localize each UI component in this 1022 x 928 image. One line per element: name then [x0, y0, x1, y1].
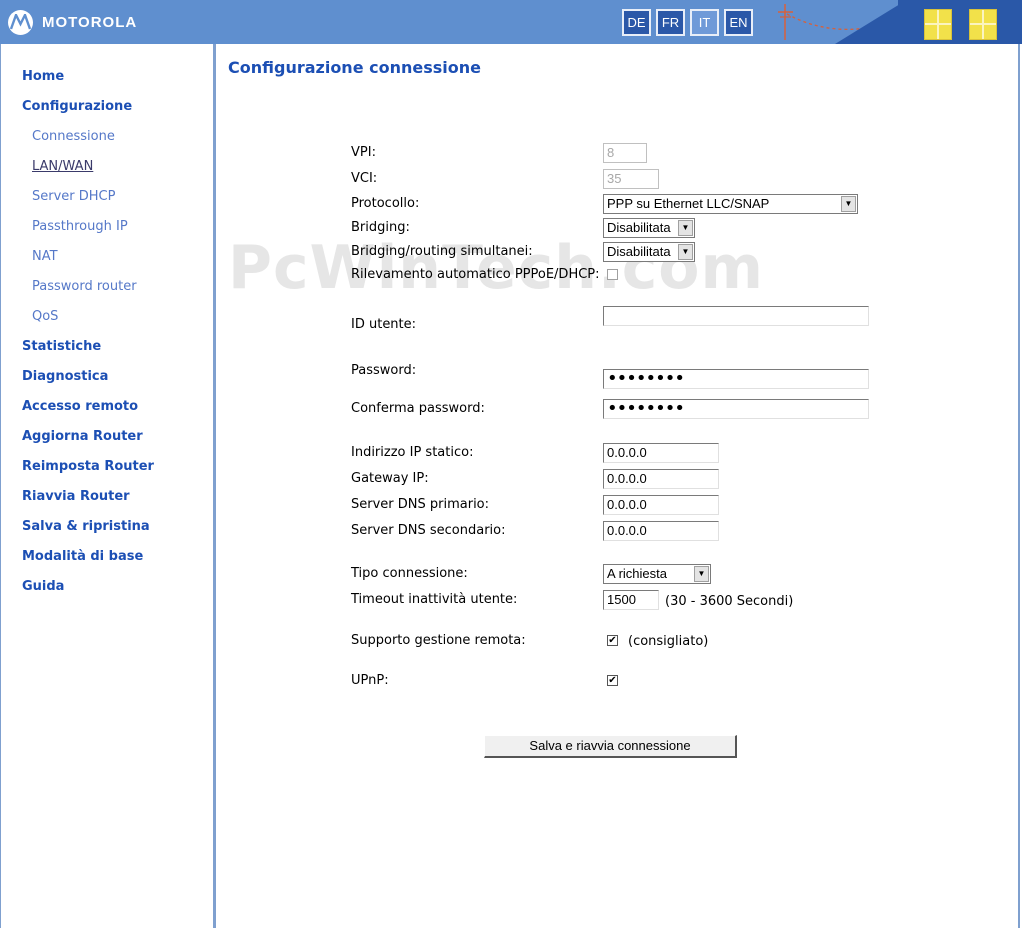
nav-diagnostica[interactable]: Diagnostica	[22, 369, 108, 384]
bridging-selected-value: Disabilitata	[607, 220, 671, 235]
password-input[interactable]: ••••••••	[603, 369, 869, 389]
confirm-password-label: Conferma password:	[351, 401, 485, 416]
content-border	[1018, 44, 1020, 928]
gateway-label: Gateway IP:	[351, 471, 429, 486]
simultaneous-select[interactable]: Disabilitata ▼	[603, 242, 695, 262]
dns-secondary-input[interactable]: 0.0.0.0	[603, 521, 719, 541]
language-de-button[interactable]: DE	[622, 9, 651, 36]
decorative-antenna-icon	[778, 4, 900, 44]
brand-name: MOTOROLA	[42, 14, 138, 31]
motorola-m-icon	[10, 14, 31, 30]
connection-type-label: Tipo connessione:	[351, 566, 468, 581]
static-ip-input[interactable]: 0.0.0.0	[603, 443, 719, 463]
protocol-select[interactable]: PPP su Ethernet LLC/SNAP ▼	[603, 194, 858, 214]
nav-guida[interactable]: Guida	[22, 579, 64, 594]
user-id-input[interactable]	[603, 306, 869, 326]
nav-home[interactable]: Home	[22, 69, 64, 84]
simultaneous-selected-value: Disabilitata	[607, 244, 671, 259]
dns-primary-label: Server DNS primario:	[351, 497, 490, 512]
vci-label: VCI:	[351, 171, 378, 186]
nav-accesso-remoto[interactable]: Accesso remoto	[22, 399, 138, 414]
chevron-down-icon: ▼	[841, 196, 856, 212]
user-id-label: ID utente:	[351, 317, 417, 332]
vpi-input[interactable]: 8	[603, 143, 647, 163]
nav-salva-ripristina[interactable]: Salva & ripristina	[22, 519, 150, 534]
nav-qos[interactable]: QoS	[32, 309, 58, 324]
bridging-label: Bridging:	[351, 220, 410, 235]
dns-secondary-label: Server DNS secondario:	[351, 523, 506, 538]
confirm-password-input[interactable]: ••••••••	[603, 399, 869, 419]
nav-nat[interactable]: NAT	[32, 249, 58, 264]
page-title: Configurazione connessione	[228, 58, 481, 77]
nav-modalita-di-base[interactable]: Modalità di base	[22, 549, 143, 564]
language-it-button[interactable]: IT	[690, 9, 719, 36]
dns-primary-input[interactable]: 0.0.0.0	[603, 495, 719, 515]
autodetect-checkbox[interactable]	[607, 269, 618, 280]
nav-aggiorna-router[interactable]: Aggiorna Router	[22, 429, 143, 444]
nav-connessione[interactable]: Connessione	[32, 129, 115, 144]
vpi-label: VPI:	[351, 145, 376, 160]
house-graphic	[898, 0, 1022, 44]
language-fr-button[interactable]: FR	[656, 9, 685, 36]
remote-mgmt-checkbox[interactable]: ✔	[607, 635, 618, 646]
nav-reimposta-router[interactable]: Reimposta Router	[22, 459, 154, 474]
idle-timeout-input[interactable]: 1500	[603, 590, 659, 610]
vci-input[interactable]: 35	[603, 169, 659, 189]
remote-mgmt-hint: (consigliato)	[628, 634, 709, 649]
house-window-icon	[924, 9, 952, 40]
connection-type-selected-value: A richiesta	[607, 566, 667, 581]
top-banner: MOTOROLA DE FR IT EN	[0, 0, 1022, 44]
nav-statistiche[interactable]: Statistiche	[22, 339, 101, 354]
upnp-label: UPnP:	[351, 673, 389, 688]
nav-passthrough-ip[interactable]: Passthrough IP	[32, 219, 128, 234]
house-window-icon	[969, 9, 997, 40]
nav-configurazione[interactable]: Configurazione	[22, 99, 132, 114]
chevron-down-icon: ▼	[678, 244, 693, 260]
idle-timeout-label: Timeout inattività utente:	[351, 592, 518, 607]
bridging-select[interactable]: Disabilitata ▼	[603, 218, 695, 238]
static-ip-label: Indirizzo IP statico:	[351, 445, 474, 460]
nav-server-dhcp[interactable]: Server DHCP	[32, 189, 115, 204]
protocol-selected-value: PPP su Ethernet LLC/SNAP	[607, 196, 770, 211]
language-en-button[interactable]: EN	[724, 9, 753, 36]
nav-password-router[interactable]: Password router	[32, 279, 137, 294]
idle-timeout-hint: (30 - 3600 Secondi)	[665, 594, 794, 609]
protocol-label: Protocollo:	[351, 196, 420, 211]
save-restart-button[interactable]: Salva e riavvia connessione	[484, 735, 737, 758]
nav-riavvia-router[interactable]: Riavvia Router	[22, 489, 130, 504]
chevron-down-icon: ▼	[694, 566, 709, 582]
upnp-checkbox[interactable]: ✔	[607, 675, 618, 686]
chevron-down-icon: ▼	[678, 220, 693, 236]
password-label: Password:	[351, 363, 417, 378]
motorola-logo	[8, 10, 33, 35]
nav-lan-wan[interactable]: LAN/WAN	[32, 159, 93, 174]
remote-mgmt-label: Supporto gestione remota:	[351, 633, 526, 648]
connection-type-select[interactable]: A richiesta ▼	[603, 564, 711, 584]
autodetect-label: Rilevamento automatico PPPoE/DHCP:	[351, 267, 600, 282]
gateway-input[interactable]: 0.0.0.0	[603, 469, 719, 489]
sidebar	[0, 44, 216, 928]
simultaneous-label: Bridging/routing simultanei:	[351, 244, 533, 259]
